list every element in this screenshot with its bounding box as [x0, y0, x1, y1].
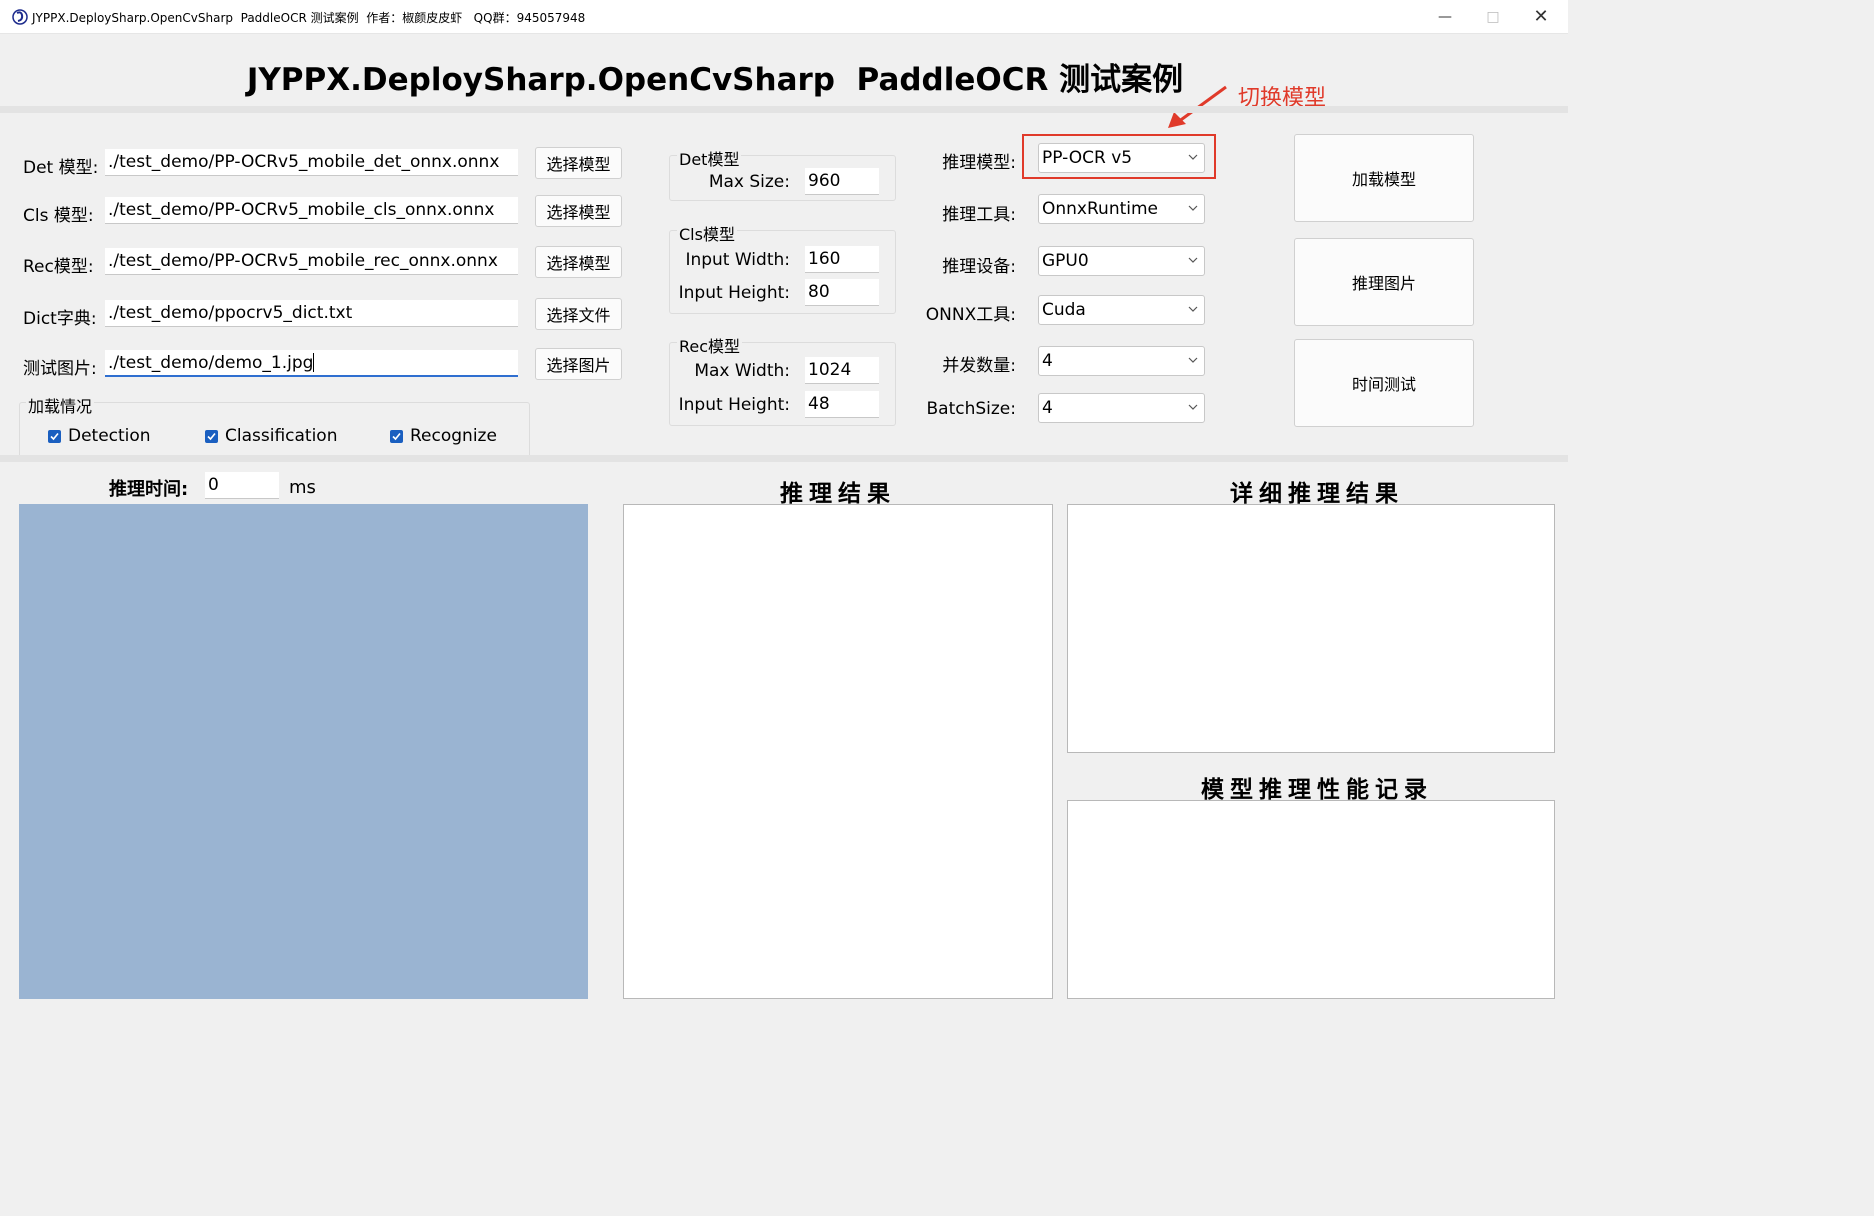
infer-model-label: 推理模型:: [942, 153, 1016, 173]
window-title: JYPPX.DeploySharp.OpenCvSharp PaddleOCR …: [32, 11, 586, 25]
middle-separator: [0, 455, 1568, 462]
infer-image-button[interactable]: 推理图片: [1294, 238, 1474, 326]
infer-model-value: PP-OCR v5: [1042, 148, 1133, 168]
chevron-down-icon: [1188, 357, 1198, 363]
rec-height-label: Input Height:: [678, 395, 790, 415]
checkmark-icon: [48, 429, 61, 443]
text-caret: [313, 353, 315, 372]
rec-select-model-button[interactable]: 选择模型: [535, 246, 622, 278]
load-model-button[interactable]: 加载模型: [1294, 134, 1474, 222]
checkmark-icon: [390, 429, 403, 443]
perf-log-text-area[interactable]: [1067, 800, 1555, 999]
concurrency-label: 并发数量:: [942, 356, 1016, 376]
onnx-tool-label: ONNX工具:: [925, 305, 1016, 325]
det-max-size-label: Max Size:: [708, 172, 790, 192]
det-model-path-input[interactable]: ./test_demo/PP-OCRv5_mobile_det_onnx.onn…: [105, 149, 518, 176]
cls-height-input[interactable]: 80: [805, 279, 879, 306]
minimize-icon[interactable]: —: [1422, 0, 1468, 33]
infer-device-select[interactable]: GPU0: [1038, 246, 1205, 276]
onnx-tool-select[interactable]: Cuda: [1038, 295, 1205, 325]
window-title-bar: JYPPX.DeploySharp.OpenCvSharp PaddleOCR …: [0, 0, 1568, 34]
chevron-down-icon: [1188, 205, 1198, 211]
cls-width-label: Input Width:: [685, 250, 790, 270]
detection-label: Detection: [68, 426, 151, 446]
infer-model-select[interactable]: PP-OCR v5: [1038, 143, 1205, 173]
load-status-title: 加载情况: [26, 393, 95, 417]
checkmark-icon: [205, 429, 218, 443]
result-panel-title: 推理结果: [780, 481, 896, 507]
rec-max-width-label: Max Width:: [694, 361, 790, 381]
rec-group-title: Rec模型: [677, 333, 743, 357]
cls-model-path-input[interactable]: ./test_demo/PP-OCRv5_mobile_cls_onnx.onn…: [105, 197, 518, 224]
infer-tool-select[interactable]: OnnxRuntime: [1038, 194, 1205, 224]
maximize-icon[interactable]: □: [1470, 0, 1516, 33]
perf-panel-title: 模型推理性能记录: [1201, 777, 1433, 803]
infer-time-value: 0: [205, 472, 279, 499]
det-model-label: Det 模型:: [23, 158, 99, 178]
onnx-tool-value: Cuda: [1042, 300, 1086, 320]
concurrency-value: 4: [1042, 351, 1053, 371]
select-image-button[interactable]: 选择图片: [535, 348, 622, 380]
infer-device-value: GPU0: [1042, 251, 1089, 271]
top-separator: [0, 106, 1568, 113]
chevron-down-icon: [1188, 404, 1198, 410]
infer-time-label: 推理时间:: [109, 479, 189, 500]
rec-height-input[interactable]: 48: [805, 391, 879, 418]
close-icon[interactable]: ✕: [1518, 0, 1564, 33]
det-group-title: Det模型: [677, 146, 742, 170]
infer-time-unit: ms: [289, 477, 316, 498]
image-preview-area: [19, 504, 588, 999]
rec-max-width-input[interactable]: 1024: [805, 357, 879, 384]
dict-label: Dict字典:: [23, 309, 97, 329]
app-icon: [12, 9, 28, 25]
cls-select-model-button[interactable]: 选择模型: [535, 195, 622, 227]
infer-device-label: 推理设备:: [942, 257, 1016, 277]
detail-panel-title: 详细推理结果: [1230, 481, 1404, 507]
cls-width-input[interactable]: 160: [805, 246, 879, 273]
det-max-size-input[interactable]: 960: [805, 168, 879, 195]
chevron-down-icon: [1188, 257, 1198, 263]
batch-size-label: BatchSize:: [926, 399, 1017, 419]
classification-checkbox[interactable]: Classification: [205, 426, 337, 446]
batch-size-select[interactable]: 4: [1038, 393, 1205, 423]
chevron-down-icon: [1188, 306, 1198, 312]
chevron-down-icon: [1188, 154, 1198, 160]
infer-tool-value: OnnxRuntime: [1042, 199, 1158, 219]
cls-group-title: Cls模型: [677, 221, 737, 245]
infer-tool-label: 推理工具:: [942, 205, 1016, 225]
dict-path-input[interactable]: ./test_demo/ppocrv5_dict.txt: [105, 300, 518, 327]
concurrency-select[interactable]: 4: [1038, 346, 1205, 376]
detection-checkbox[interactable]: Detection: [48, 426, 151, 446]
test-image-path-input[interactable]: ./test_demo/demo_1.jpg: [105, 350, 518, 377]
cls-height-label: Input Height:: [678, 283, 790, 303]
rec-model-label: Rec模型:: [23, 257, 94, 277]
timing-test-button[interactable]: 时间测试: [1294, 339, 1474, 427]
recognize-label: Recognize: [410, 426, 497, 446]
rec-model-path-input[interactable]: ./test_demo/PP-OCRv5_mobile_rec_onnx.onn…: [105, 248, 518, 275]
cls-model-label: Cls 模型:: [23, 206, 94, 226]
detail-result-text-area[interactable]: [1067, 504, 1555, 753]
det-select-model-button[interactable]: 选择模型: [535, 147, 622, 179]
batch-size-value: 4: [1042, 398, 1053, 418]
recognize-checkbox[interactable]: Recognize: [390, 426, 497, 446]
result-text-area[interactable]: [623, 504, 1053, 999]
test-image-label: 测试图片:: [23, 359, 97, 379]
select-dict-file-button[interactable]: 选择文件: [535, 298, 622, 330]
classification-label: Classification: [225, 426, 338, 446]
